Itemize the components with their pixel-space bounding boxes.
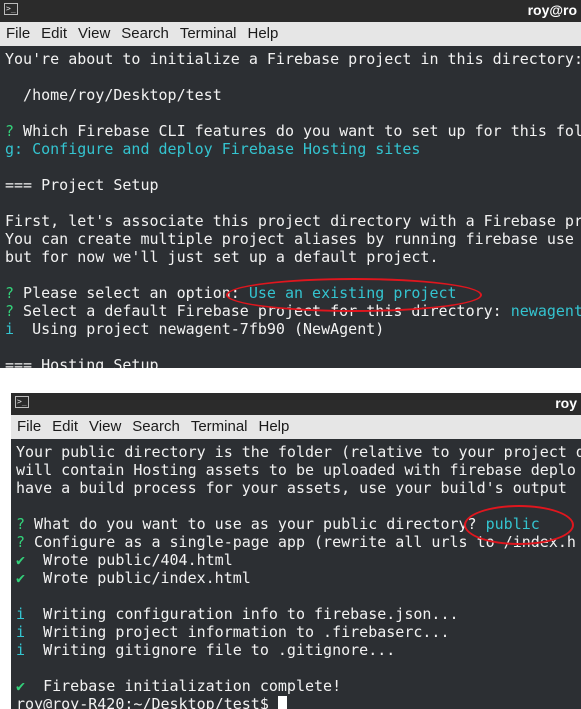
- highlight-circle: [464, 505, 574, 545]
- menu-help[interactable]: Help: [253, 415, 295, 436]
- menu-edit[interactable]: Edit: [35, 22, 72, 43]
- window-title: roy: [555, 395, 577, 411]
- output-line: i Using project newagent-7fb90 (NewAgent…: [5, 320, 385, 338]
- prompt-question-mark: ?: [5, 302, 15, 320]
- output-line: Your public directory is the folder (rel…: [16, 443, 581, 461]
- checkmark-icon: ✔: [16, 677, 26, 695]
- info-icon: i: [16, 605, 26, 623]
- terminal-icon: >_: [4, 3, 18, 15]
- menu-search[interactable]: Search: [126, 415, 185, 436]
- output-line: i Writing configuration info to firebase…: [16, 605, 459, 623]
- output-line: ? Which Firebase CLI features do you wan…: [5, 122, 581, 140]
- output-line: You can create multiple project aliases …: [5, 230, 574, 248]
- shell-prompt[interactable]: roy@roy-R420:~/Desktop/test$: [16, 695, 581, 709]
- output-line: ✔ Wrote public/index.html: [16, 569, 251, 587]
- menu-help[interactable]: Help: [242, 22, 284, 43]
- output-line: i Writing gitignore file to .gitignore..…: [16, 641, 396, 659]
- output-line: but for now we'll just set up a default …: [5, 248, 439, 266]
- menu-view[interactable]: View: [83, 415, 126, 436]
- menu-terminal[interactable]: Terminal: [174, 22, 242, 43]
- terminal-output[interactable]: You're about to initialize a Firebase pr…: [0, 46, 581, 368]
- text-cursor: [277, 696, 287, 709]
- menu-terminal[interactable]: Terminal: [185, 415, 253, 436]
- terminal-window-bottom: >_ roy File Edit View Search Terminal Help Yo…: [11, 393, 581, 709]
- menu-view[interactable]: View: [72, 22, 115, 43]
- terminal-output[interactable]: Your public directory is the folder (rel…: [11, 439, 581, 709]
- terminal-icon: >_: [15, 396, 29, 408]
- prompt-question-mark: ?: [5, 122, 15, 140]
- checkmark-icon: ✔: [16, 569, 26, 587]
- output-line: ✔ Wrote public/404.html: [16, 551, 233, 569]
- terminal-window-top: >_ roy@ro File Edit View Search Terminal Help…: [0, 0, 581, 368]
- title-bar[interactable]: >_ roy@ro: [0, 0, 581, 22]
- prompt-question-mark: ?: [16, 515, 26, 533]
- highlight-circle: [226, 278, 482, 312]
- info-icon: i: [16, 623, 26, 641]
- prompt-question-mark: ?: [5, 284, 15, 302]
- output-line: /home/roy/Desktop/test: [5, 86, 222, 104]
- menu-file[interactable]: File: [11, 415, 46, 436]
- title-bar[interactable]: >_ roy: [11, 393, 581, 415]
- menu-file[interactable]: File: [0, 22, 35, 43]
- menu-bar: File Edit View Search Terminal Help: [11, 415, 581, 439]
- window-title: roy@ro: [527, 2, 577, 18]
- selected-project: newagent: [510, 302, 581, 320]
- prompt-question-mark: ?: [16, 533, 26, 551]
- output-line: i Writing project information to .fireba…: [16, 623, 450, 641]
- output-line: First, let's associate this project dire…: [5, 212, 581, 230]
- menu-edit[interactable]: Edit: [46, 415, 83, 436]
- output-line: have a build process for your assets, us…: [16, 479, 567, 497]
- section-heading: === Project Setup: [5, 176, 159, 194]
- output-line: will contain Hosting assets to be upload…: [16, 461, 576, 479]
- output-line: You're about to initialize a Firebase pr…: [5, 50, 581, 68]
- info-icon: i: [16, 641, 26, 659]
- menu-search[interactable]: Search: [115, 22, 174, 43]
- section-heading: === Hosting Setup: [5, 356, 159, 368]
- checkmark-icon: ✔: [16, 551, 26, 569]
- output-line: g: Configure and deploy Firebase Hosting…: [5, 140, 421, 158]
- menu-bar: File Edit View Search Terminal Help: [0, 22, 581, 46]
- info-icon: i: [5, 320, 15, 338]
- output-line: ✔ Firebase initialization complete!: [16, 677, 342, 695]
